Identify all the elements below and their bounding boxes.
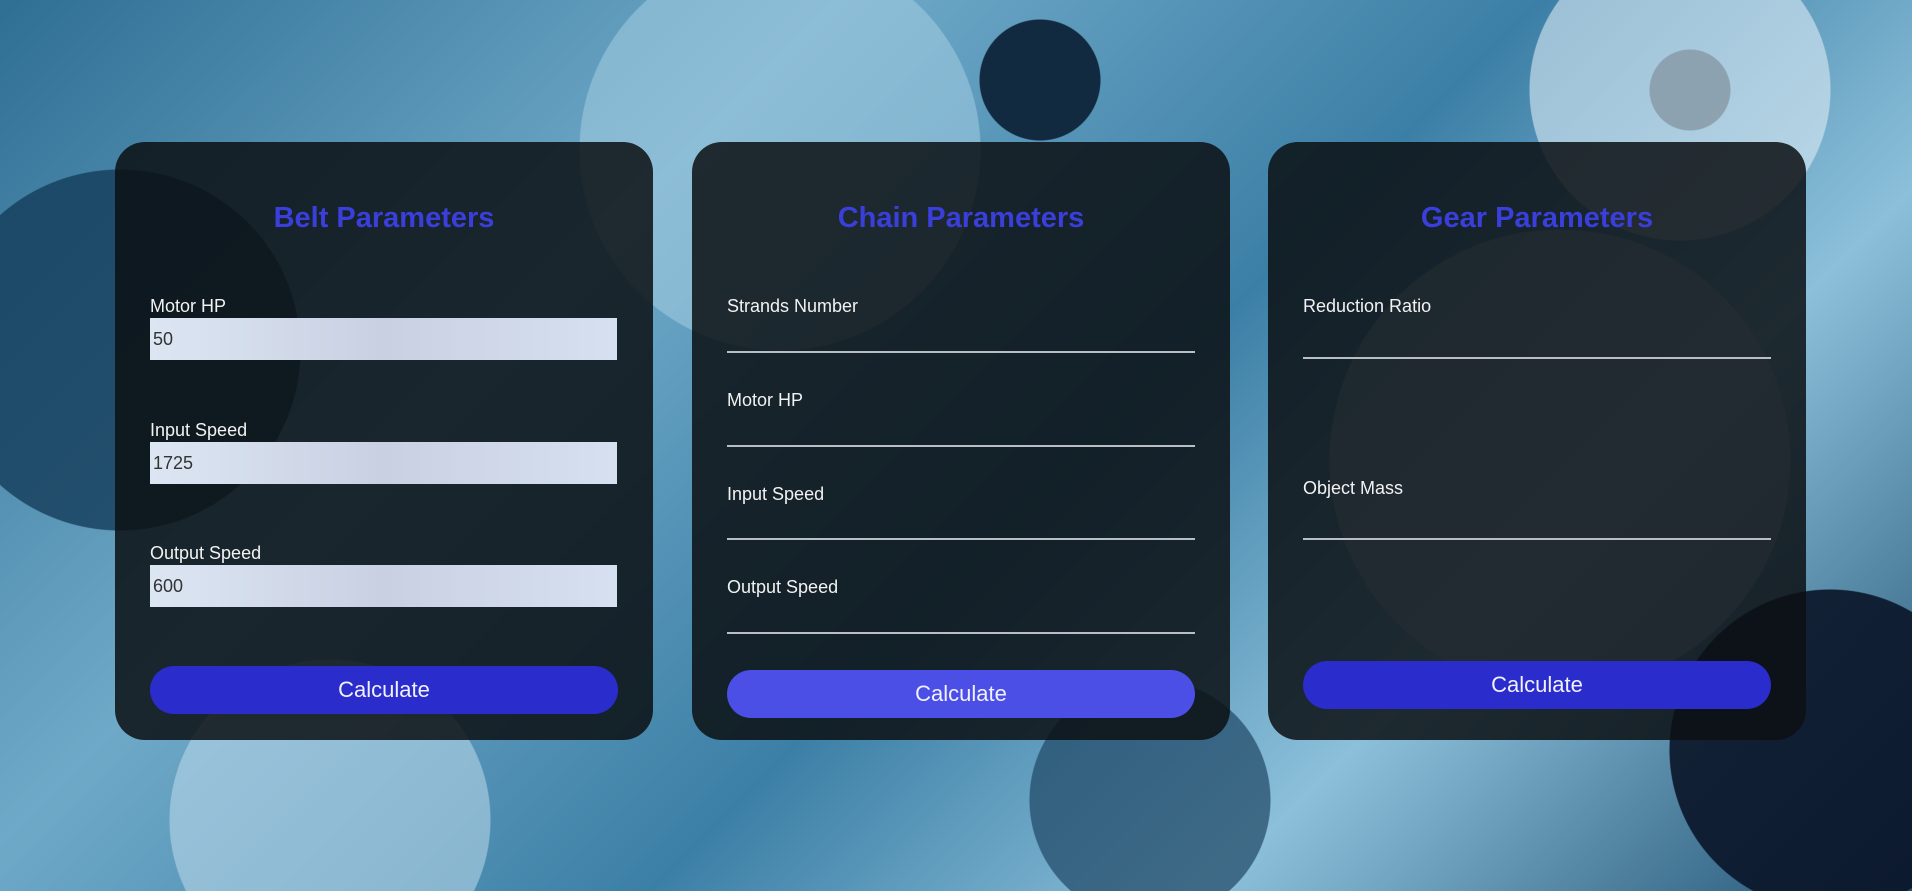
gear-object-mass-input[interactable] <box>1303 510 1771 540</box>
gear-object-mass-label: Object Mass <box>1303 478 1404 498</box>
chain-input-speed-label: Input Speed <box>727 484 825 504</box>
belt-calculate-button[interactable]: Calculate <box>150 666 618 714</box>
gear-panel-title: Gear Parameters <box>1420 202 1654 234</box>
belt-motor-hp-input[interactable] <box>150 318 617 360</box>
chain-parameters-panel: Chain Parameters Strands Number Motor HP… <box>692 142 1230 740</box>
belt-output-speed-label: Output Speed <box>150 543 262 563</box>
chain-motor-hp-input[interactable] <box>727 417 1195 447</box>
chain-input-speed-input[interactable] <box>727 510 1195 540</box>
gear-reduction-ratio-input[interactable] <box>1303 329 1771 359</box>
gear-reduction-ratio-label: Reduction Ratio <box>1303 296 1432 316</box>
chain-calculate-button[interactable]: Calculate <box>727 670 1195 718</box>
chain-strands-number-input[interactable] <box>727 323 1195 353</box>
belt-input-speed-label: Input Speed <box>150 420 248 440</box>
chain-motor-hp-label: Motor HP <box>727 390 804 410</box>
belt-output-speed-input[interactable] <box>150 565 617 607</box>
belt-parameters-panel: Belt Parameters Motor HP Input Speed Out… <box>115 142 653 740</box>
chain-output-speed-input[interactable] <box>727 604 1195 634</box>
gear-calculate-button[interactable]: Calculate <box>1303 661 1771 709</box>
belt-input-speed-input[interactable] <box>150 442 617 484</box>
chain-output-speed-label: Output Speed <box>727 577 839 597</box>
belt-motor-hp-label: Motor HP <box>150 296 227 316</box>
chain-panel-title: Chain Parameters <box>837 202 1085 234</box>
belt-panel-title: Belt Parameters <box>273 202 495 234</box>
gear-parameters-panel: Gear Parameters Reduction Ratio Object M… <box>1268 142 1806 740</box>
chain-strands-number-label: Strands Number <box>727 296 859 316</box>
